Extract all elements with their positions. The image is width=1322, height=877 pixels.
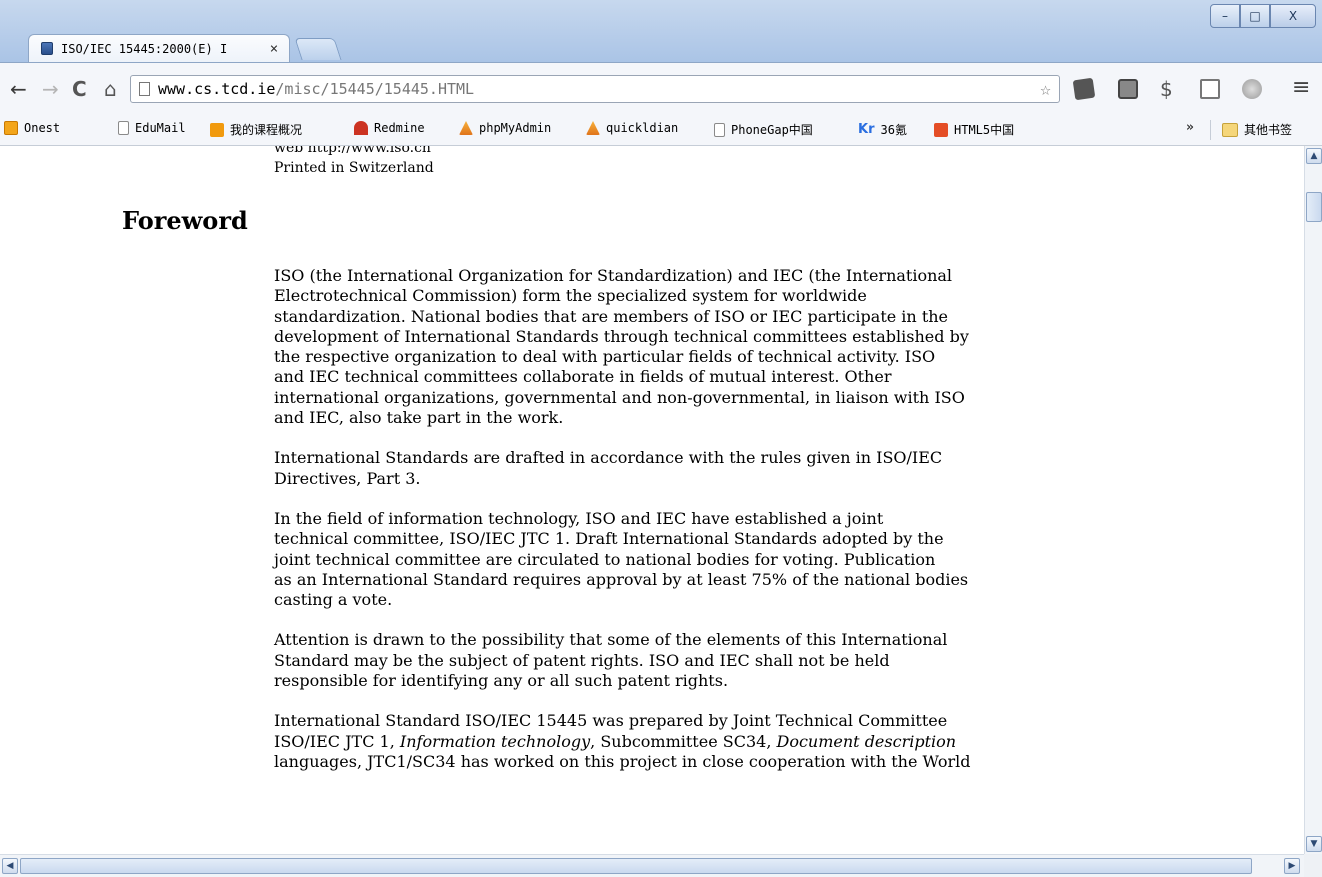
address-path: /misc/15445/15445.HTML: [275, 80, 475, 98]
printed-note: web http://www.iso.ch Printed in Switzer…: [274, 146, 434, 178]
bookmark-phonegap[interactable]: PhoneGap中国: [714, 121, 813, 138]
onest-icon: [4, 121, 18, 135]
redmine-icon: [354, 121, 368, 135]
scroll-down-button[interactable]: ▼: [1306, 836, 1322, 852]
emphasis: Document description: [776, 731, 957, 751]
bookmark-phpmyadmin[interactable]: phpMyAdmin: [459, 121, 551, 135]
paragraph: International Standards are drafted in a…: [274, 448, 943, 488]
address-host: www.cs.tcd.ie: [158, 80, 276, 98]
pma-icon: [586, 121, 600, 135]
horizontal-scroll-thumb[interactable]: [20, 858, 1252, 874]
vertical-scroll-thumb[interactable]: [1306, 192, 1322, 222]
mail-checker-icon[interactable]: [1200, 79, 1220, 99]
menu-icon[interactable]: ≡: [1292, 77, 1310, 99]
maximize-button[interactable]: □: [1240, 4, 1270, 28]
new-tab-button[interactable]: [294, 38, 342, 60]
other-bookmarks-folder[interactable]: 其他书签: [1222, 121, 1292, 138]
page-viewport: web http://www.iso.ch Printed in Switzer…: [0, 146, 1304, 854]
contact-line: web http://www.iso.ch: [274, 146, 431, 156]
extension-icon[interactable]: $: [1160, 79, 1180, 99]
evernote-icon[interactable]: [1118, 79, 1138, 99]
emphasis: Information technology: [399, 731, 591, 751]
bookmark-redmine[interactable]: Redmine: [354, 121, 425, 135]
bookmark-star-icon[interactable]: ☆: [1040, 79, 1051, 100]
bookmark-quickldian[interactable]: quickldian: [586, 121, 678, 135]
bookmark-onest[interactable]: Onest: [4, 121, 60, 135]
minimize-button[interactable]: –: [1210, 4, 1240, 28]
home-button[interactable]: ⌂: [104, 79, 117, 99]
window-controls: – □ X: [1210, 4, 1316, 28]
more-bookmarks-button[interactable]: »: [1186, 120, 1194, 135]
paragraph: Attention is drawn to the possibility th…: [274, 630, 948, 691]
page-title: Foreword: [122, 206, 248, 235]
html5-icon: [934, 122, 948, 137]
forward-button[interactable]: →: [42, 79, 59, 99]
close-window-button[interactable]: X: [1270, 4, 1316, 28]
tab-active[interactable]: ISO/IEC 15445:2000(E) I ×: [28, 34, 290, 62]
browser-titlebar: ISO/IEC 15445:2000(E) I × – □ X: [0, 0, 1322, 62]
tab-close-icon[interactable]: ×: [267, 41, 281, 57]
folder-icon: [1222, 122, 1238, 137]
bookmarks-bar: Onest EduMail 我的课程概况 Redmine phpMyAdmin …: [0, 114, 1322, 146]
back-button[interactable]: ←: [10, 79, 27, 99]
foreword-body: ISO (the International Organization for …: [274, 266, 1204, 792]
scroll-up-button[interactable]: ▲: [1306, 148, 1322, 164]
favicon-icon: [41, 42, 53, 55]
mn-icon: [210, 122, 224, 137]
paragraph: In the field of information technology, …: [274, 508, 969, 610]
bookmark-36kr[interactable]: Kr 36氪: [858, 121, 907, 138]
scroll-right-button[interactable]: ▶: [1284, 858, 1300, 874]
address-bar[interactable]: www.cs.tcd.ie/misc/15445/15445.HTML ☆: [130, 75, 1060, 103]
bookmark-html5[interactable]: HTML5中国: [934, 121, 1014, 138]
page-icon: [139, 82, 150, 96]
printed-location: Printed in Switzerland: [274, 160, 434, 176]
globe-icon[interactable]: [1242, 79, 1262, 99]
extension-icon[interactable]: [1072, 77, 1096, 101]
scroll-left-button[interactable]: ◀: [2, 858, 18, 874]
pma-icon: [459, 121, 473, 135]
paragraph: ISO (the International Organization for …: [274, 266, 969, 428]
horizontal-scrollbar[interactable]: ◀ ▶: [0, 854, 1322, 877]
tab-title: ISO/IEC 15445:2000(E) I: [61, 41, 228, 56]
paragraph: International Standard ISO/IEC 15445 was…: [274, 711, 971, 771]
bookmark-courses[interactable]: 我的课程概况: [210, 121, 302, 138]
kr-icon: Kr: [858, 122, 875, 137]
scrollbar-corner: [1304, 854, 1322, 877]
vertical-scrollbar[interactable]: ▲ ▼: [1304, 146, 1322, 854]
page-icon: [118, 121, 129, 135]
browser-toolbar: ← → C ⌂ www.cs.tcd.ie/misc/15445/15445.H…: [0, 62, 1322, 114]
divider: [1210, 120, 1211, 140]
page-icon: [714, 122, 725, 137]
bookmark-edumail[interactable]: EduMail: [118, 121, 186, 135]
reload-button[interactable]: C: [72, 79, 87, 99]
